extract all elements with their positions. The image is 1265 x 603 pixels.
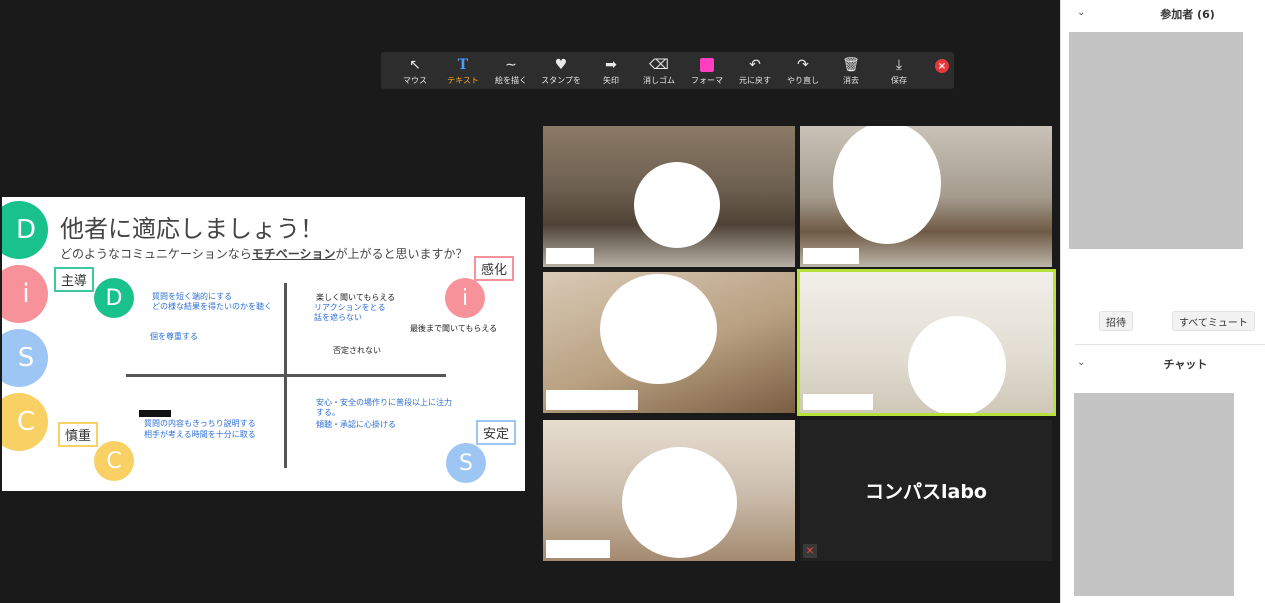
note-d2: どの様な結果を得たいのかを聴く <box>152 302 272 311</box>
small-label-tag <box>139 410 171 417</box>
quadrant-c-circle: C <box>94 441 134 481</box>
tool-stamp[interactable]: ♥ スタンプを <box>535 52 587 89</box>
slide-subtitle: どのようなコミュニケーションならモチベーションが上がると思いますか？ <box>60 247 468 261</box>
note-d1: 質問を短く端的にする <box>152 292 233 301</box>
heart-icon: ♥ <box>554 56 568 73</box>
quadrant-s-circle: S <box>446 443 486 483</box>
note-c1: 質問の内容もきっちり説明する <box>144 419 256 428</box>
tool-draw[interactable]: ∼ 絵を描く <box>487 52 535 89</box>
video-tile-active-speaker[interactable] <box>797 269 1056 416</box>
participant-name-box <box>803 248 859 264</box>
redo-icon: ↷ <box>797 56 809 73</box>
quadrant-i-circle: i <box>445 278 485 318</box>
note-d3: 個を尊重する <box>150 332 198 341</box>
draw-icon: ∼ <box>505 56 517 73</box>
video-tile-camera-off[interactable]: コンパスlabo ✕ <box>800 420 1052 561</box>
color-swatch-icon <box>697 56 717 74</box>
divider <box>1075 344 1265 345</box>
face-mask <box>622 447 737 558</box>
face-mask <box>600 274 717 384</box>
note-i5: 否定されない <box>333 346 381 355</box>
tool-eraser[interactable]: ⌫ 消しゴム <box>635 52 683 89</box>
participant-name-box <box>546 540 610 558</box>
text-icon: T <box>457 56 469 73</box>
disc-d-circle: D <box>2 201 48 259</box>
video-tile[interactable] <box>800 126 1052 267</box>
note-i4: 最後まで聞いてもらえる <box>410 324 498 333</box>
chat-messages-area <box>1074 393 1234 596</box>
note-i3: 話を遮らない <box>314 313 362 322</box>
tool-label: 消去 <box>843 75 859 85</box>
participants-title: 参加者 (6) <box>1160 8 1215 21</box>
tool-label: 絵を描く <box>495 75 527 85</box>
side-panel: ⌄ 参加者 (6) 招待 すべてミュート ⌄ チャット <box>1060 0 1265 603</box>
main-stage: ↖ マウス T テキスト ∼ 絵を描く ♥ スタンプを ➡ 矢印 ⌫ 消しゴム <box>0 0 1060 603</box>
participants-list <box>1069 32 1243 249</box>
tool-label: テキスト <box>447 75 479 85</box>
trash-icon: 🗑 <box>842 56 860 73</box>
eraser-icon: ⌫ <box>649 56 669 73</box>
video-tile[interactable] <box>543 272 795 413</box>
undo-icon: ↶ <box>749 56 761 73</box>
tool-arrow[interactable]: ➡ 矢印 <box>587 52 635 89</box>
disc-s-circle: S <box>2 329 48 387</box>
note-s2: する。 <box>316 408 340 417</box>
save-icon: ⤓ <box>895 56 903 73</box>
shared-slide: 他者に適応しましょう！ どのようなコミュニケーションならモチベーションが上がると… <box>2 197 525 491</box>
participant-name-box <box>546 248 594 264</box>
note-i2: リアクションをとる <box>314 303 386 312</box>
tool-label: 元に戻す <box>739 75 771 85</box>
face-mask <box>908 316 1006 413</box>
tool-redo[interactable]: ↷ やり直し <box>779 52 827 89</box>
label-steady: 安定 <box>476 420 517 445</box>
note-s3: 傾聴・承認に心掛ける <box>316 420 396 429</box>
annotation-toolbar: ↖ マウス T テキスト ∼ 絵を描く ♥ スタンプを ➡ 矢印 ⌫ 消しゴム <box>381 52 954 89</box>
tool-label: フォーマ <box>691 75 723 85</box>
tool-format[interactable]: フォーマ <box>683 52 731 89</box>
participant-name-box <box>803 394 873 410</box>
mic-muted-icon: ✕ <box>803 544 817 558</box>
tool-label: マウス <box>403 75 427 85</box>
close-toolbar-button[interactable]: × <box>935 59 949 73</box>
note-s1: 安心・安全の場作りに普段以上に注力 <box>316 398 452 407</box>
cursor-icon: ↖ <box>409 56 421 73</box>
tool-clear[interactable]: 🗑 消去 <box>827 52 875 89</box>
vertical-axis <box>284 283 287 468</box>
face-mask <box>634 162 720 248</box>
tool-label: 保存 <box>891 75 907 85</box>
participant-display-name: コンパスlabo <box>865 481 987 503</box>
tool-save[interactable]: ⤓ 保存 <box>875 52 923 89</box>
chat-title: チャット <box>1163 358 1208 371</box>
note-c2: 相手が考える時間を十分に取る <box>144 430 256 439</box>
video-tile[interactable] <box>543 126 795 267</box>
participant-name-box <box>546 390 638 410</box>
quadrant-d-circle: D <box>94 278 134 318</box>
disc-i-circle: i <box>2 265 48 323</box>
slide-title: 他者に適応しましょう！ <box>60 215 324 243</box>
face-mask <box>833 126 941 244</box>
tool-mouse[interactable]: ↖ マウス <box>391 52 439 89</box>
tool-label: スタンプを <box>541 75 581 85</box>
arrow-icon: ➡ <box>605 56 617 73</box>
disc-c-circle: C <box>2 393 48 451</box>
mute-all-button[interactable]: すべてミュート <box>1172 311 1255 331</box>
invite-button[interactable]: 招待 <box>1099 311 1133 331</box>
video-tile[interactable] <box>543 420 795 561</box>
close-icon: × <box>937 60 947 72</box>
tool-text[interactable]: T テキスト <box>439 52 487 89</box>
tool-label: 消しゴム <box>643 75 675 85</box>
label-dominant: 主導 <box>54 267 95 292</box>
label-influence: 感化 <box>474 256 515 281</box>
tool-label: やり直し <box>787 75 819 85</box>
tool-undo[interactable]: ↶ 元に戻す <box>731 52 779 89</box>
note-i1: 楽しく聞いてもらえる <box>316 293 396 302</box>
tool-label: 矢印 <box>603 75 619 85</box>
label-cautious: 慎重 <box>58 422 99 447</box>
